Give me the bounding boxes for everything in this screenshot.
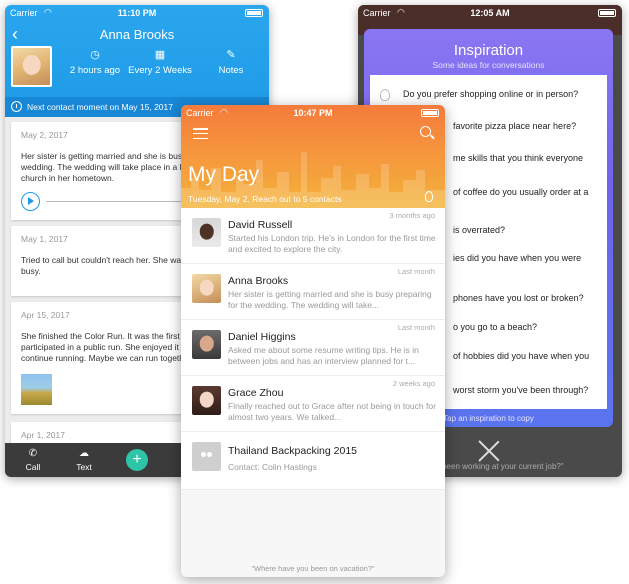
call-button[interactable]: ✆ Call [23,448,43,472]
avatar [192,386,221,415]
photo-thumbnail[interactable] [21,374,52,405]
battery-icon [421,109,439,117]
plus-icon: + [132,451,142,468]
contact-time: Last month [397,323,435,332]
search-icon[interactable] [420,126,431,137]
last-contact-stat: ◷ 2 hours ago [63,49,127,76]
status-time: 10:47 PM [293,108,333,118]
status-bar: Carrier ◠ 11:10 PM [5,5,269,21]
clock-icon: ◷ [90,49,100,61]
status-time: 11:10 PM [117,8,157,18]
modal-title: Inspiration [453,42,524,59]
last-contact-label: 2 hours ago [69,65,121,76]
contact-header: Carrier ◠ 11:10 PM ‹ Anna Brooks ◷ 2 hou… [5,5,269,117]
notes-button[interactable]: ✎ Notes [209,49,253,76]
calendar-icon: ▦ [154,49,166,61]
frequency-stat[interactable]: ▦ Every 2 Weeks [127,49,193,76]
group-row[interactable]: Thailand Backpacking 2015 Contact: Colin… [181,432,445,490]
hamburger-menu-icon[interactable] [193,128,208,140]
battery-icon [598,9,616,17]
contact-name: Daniel Higgins [228,331,296,343]
status-time: 12:05 AM [470,8,510,18]
phone-icon: ✆ [28,448,38,459]
clock-icon [11,101,22,112]
group-avatar [192,442,221,471]
lightbulb-icon[interactable] [425,191,433,202]
contact-name: Anna Brooks [228,275,289,287]
avatar [192,274,221,303]
add-button[interactable]: + [126,449,148,471]
contact-preview: Her sister is getting married and she is… [228,289,432,310]
status-bar: Carrier ◠ 12:05 AM [358,5,622,21]
page-title: My Day [188,163,260,186]
call-label: Call [25,462,41,472]
page-subtitle: Tuesday, May 2. Reach out to 5 contacts [188,194,342,204]
my-day-header: Carrier ◠ 10:47 PM My Day Tuesday, May 2… [181,105,445,208]
battery-icon [245,9,263,17]
group-icon [201,452,212,460]
contact-row[interactable]: Grace Zhou 2 weeks ago Finally reached o… [181,376,445,432]
chat-bubble-icon: ☁ [79,448,89,459]
contact-row[interactable]: Anna Brooks Last month Her sister is get… [181,264,445,320]
contact-name: David Russell [228,219,293,231]
avatar [192,218,221,247]
status-bar: Carrier ◠ 10:47 PM [181,105,445,121]
notes-label: Notes [218,65,244,76]
inspiration-footer[interactable]: "Where have you been on vacation?" [181,564,445,573]
avatar [192,330,221,359]
next-contact-text: Next contact moment on May 15, 2017 [27,102,173,112]
contact-preview: Asked me about some resume writing tips.… [228,345,419,366]
contact-preview: Finally reached out to Grace after not b… [228,401,436,422]
notes-icon: ✎ [226,49,236,61]
contact-row[interactable]: Daniel Higgins Last month Asked me about… [181,320,445,376]
modal-subtitle: Some ideas for conversations [432,60,545,70]
contact-time: Last month [397,267,435,276]
contact-name: Grace Zhou [228,387,284,399]
frequency-label: Every 2 Weeks [128,65,192,76]
avatar [11,46,52,87]
close-icon[interactable] [478,439,500,461]
group-contact: Contact: Colin Hastings [228,462,317,472]
my-day-screen: Carrier ◠ 10:47 PM My Day Tuesday, May 2… [181,105,445,577]
contact-name: Anna Brooks [99,27,175,42]
play-icon[interactable] [21,192,40,211]
contact-preview: Started his London trip. He's in London … [228,233,436,254]
text-label: Text [76,462,92,472]
text-button[interactable]: ☁ Text [74,448,94,472]
lightbulb-icon [380,89,390,101]
group-name: Thailand Backpacking 2015 [228,445,358,457]
contact-time: 3 months ago [389,211,435,220]
contact-row[interactable]: David Russell 3 months ago Started his L… [181,208,445,264]
contact-time: 2 weeks ago [392,379,435,388]
